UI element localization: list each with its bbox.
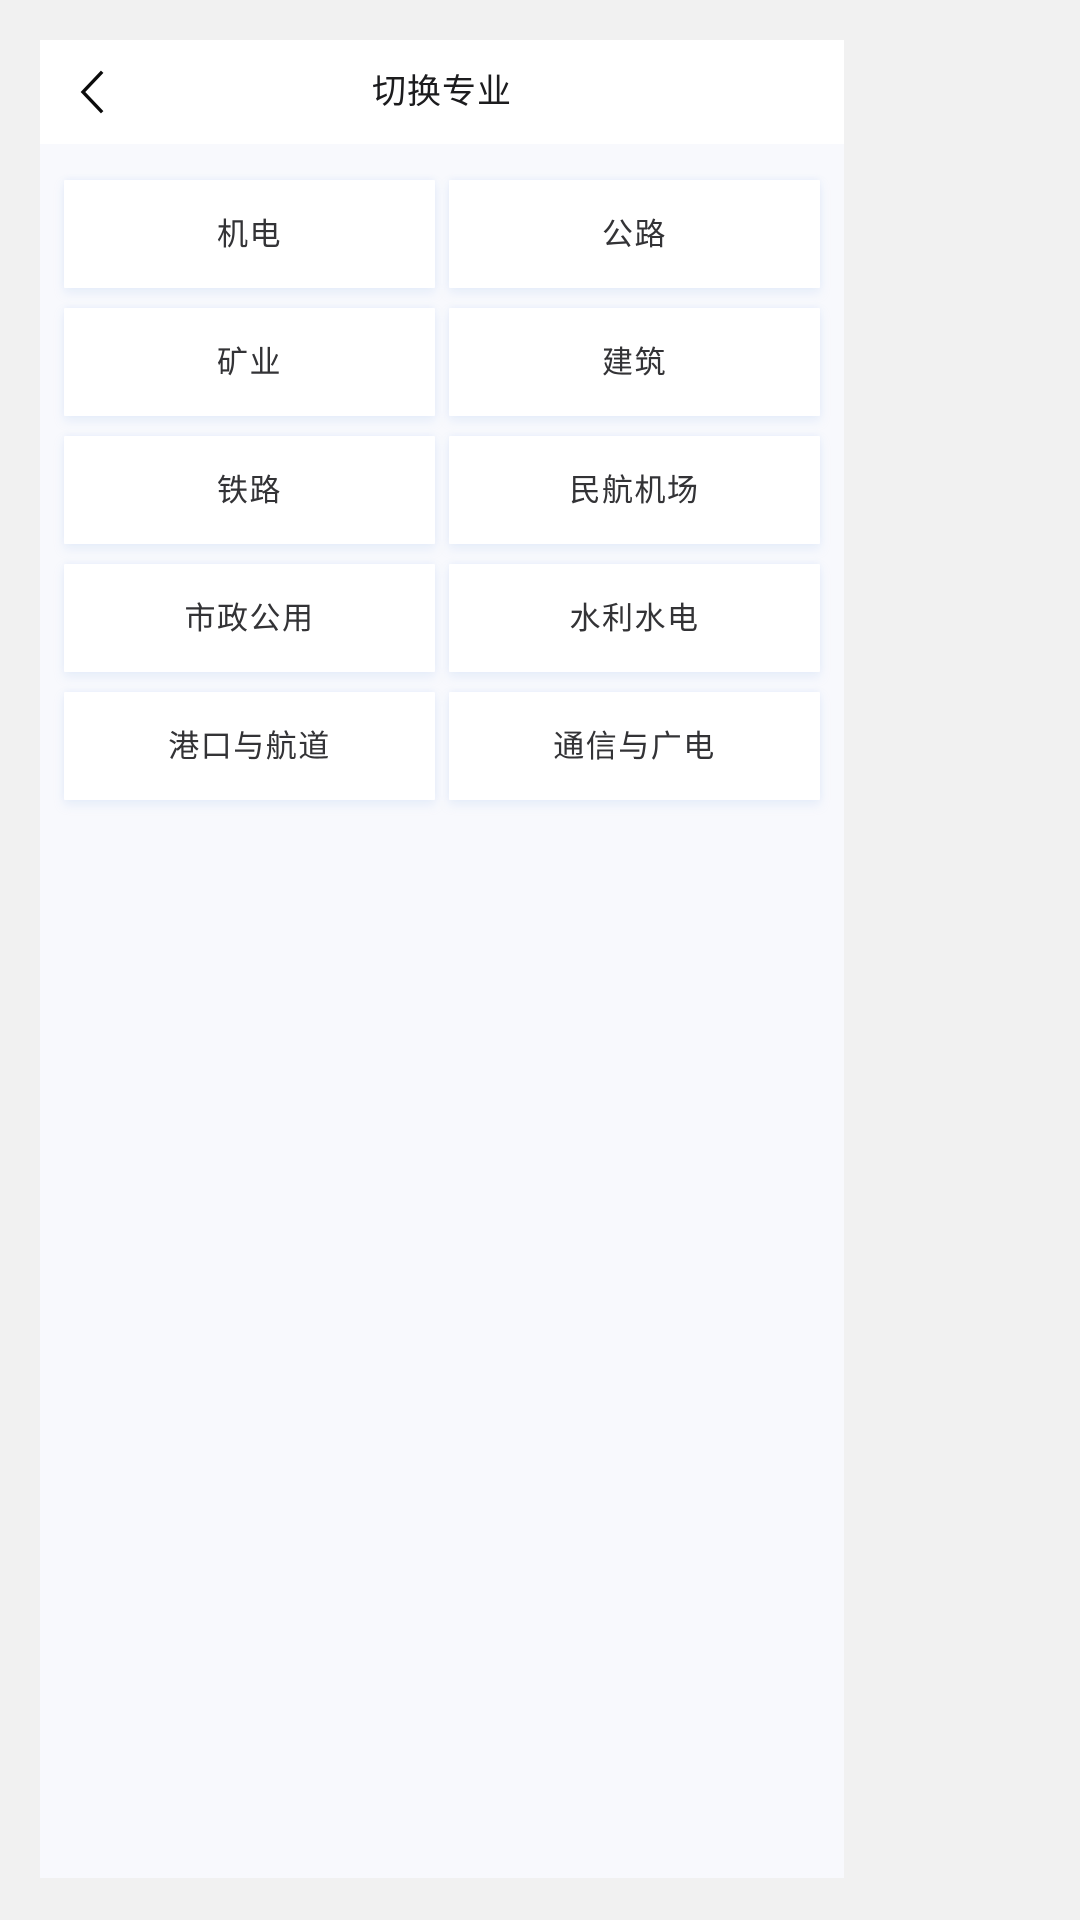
major-card-label: 水利水电 (569, 600, 700, 636)
major-card-jianzhu[interactable]: 建筑 (449, 308, 820, 416)
chevron-left-icon (80, 70, 104, 114)
major-card-label: 市政公用 (184, 600, 315, 636)
major-card-shizhenggongyong[interactable]: 市政公用 (64, 564, 435, 672)
major-card-label: 公路 (602, 216, 667, 252)
content-area: 机电 公路 矿业 建筑 铁路 民航机场 市政公用 水利水电 港口与航道 通信与广… (40, 144, 844, 1878)
major-card-label: 建筑 (602, 344, 667, 380)
major-card-tielu[interactable]: 铁路 (64, 436, 435, 544)
major-card-shuilishuidian[interactable]: 水利水电 (449, 564, 820, 672)
major-card-gangkouyuhangdao[interactable]: 港口与航道 (64, 692, 435, 800)
nav-bar: 切换专业 (40, 40, 844, 144)
major-card-kuangye[interactable]: 矿业 (64, 308, 435, 416)
major-card-label: 通信与广电 (553, 728, 716, 764)
page-title: 切换专业 (372, 73, 512, 111)
major-card-label: 铁路 (217, 472, 282, 508)
major-card-label: 民航机场 (569, 472, 700, 508)
back-button[interactable] (40, 40, 144, 144)
major-card-minhangjichang[interactable]: 民航机场 (449, 436, 820, 544)
major-grid: 机电 公路 矿业 建筑 铁路 民航机场 市政公用 水利水电 港口与航道 通信与广… (64, 180, 820, 800)
major-card-gonglu[interactable]: 公路 (449, 180, 820, 288)
phone-screen: 切换专业 机电 公路 矿业 建筑 铁路 民航机场 市政公用 水利水电 港口与航道… (40, 40, 844, 1878)
major-card-jidian[interactable]: 机电 (64, 180, 435, 288)
major-card-label: 机电 (217, 216, 282, 252)
major-card-tongxinyuguangdian[interactable]: 通信与广电 (449, 692, 820, 800)
major-card-label: 港口与航道 (168, 728, 331, 764)
major-card-label: 矿业 (217, 344, 282, 380)
